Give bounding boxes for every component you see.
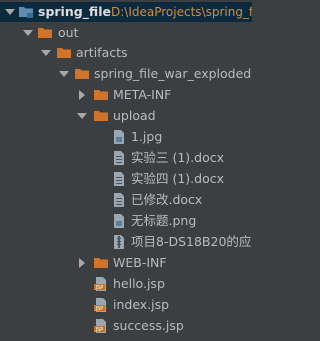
tree-label: artifacts	[76, 45, 128, 60]
tree-row-file[interactable]: 无标题.png	[0, 211, 252, 231]
folder-icon	[57, 48, 71, 58]
tree-label: 实验三 (1).docx	[131, 150, 225, 165]
tree-label: WEB-INF	[113, 255, 167, 270]
svg-text:JSP: JSP	[95, 327, 104, 333]
tree-row-jsp[interactable]: JSP index.jsp	[0, 295, 252, 315]
tree-row-upload[interactable]: upload	[0, 106, 252, 126]
tree-label: 实验四 (1).docx	[131, 171, 225, 186]
chevron-down-icon[interactable]	[22, 27, 34, 39]
tree-label: index.jsp	[113, 297, 170, 312]
tree-row-web-inf[interactable]: WEB-INF	[0, 253, 252, 273]
chevron-right-icon[interactable]	[76, 89, 88, 101]
tree-label: upload	[113, 108, 156, 123]
tree-label: hello.jsp	[113, 276, 165, 291]
tree-row-spring-file[interactable]: spring_file D:\IdeaProjects\spring_fi	[0, 2, 252, 22]
tree-row-jsp[interactable]: JSP success.jsp	[0, 316, 252, 336]
tree-row-file[interactable]: 1.jpg	[0, 127, 252, 147]
chevron-down-icon[interactable]	[4, 6, 16, 18]
jsp-file-icon: JSP	[94, 298, 106, 312]
tree-label: success.jsp	[113, 318, 184, 333]
folder-icon	[94, 111, 108, 121]
tree-label: 1.jpg	[131, 129, 163, 144]
image-file-icon	[114, 214, 124, 228]
chevron-down-icon[interactable]	[58, 68, 70, 80]
tree-row-file[interactable]: 实验三 (1).docx	[0, 148, 252, 168]
tree-label: out	[58, 25, 79, 40]
archive-file-icon	[114, 235, 124, 249]
text-file-icon	[114, 193, 124, 207]
tree-row-file[interactable]: 实验四 (1).docx	[0, 169, 252, 189]
chevron-down-icon[interactable]	[76, 110, 88, 122]
tree-row-jsp[interactable]: JSP hello.jsp	[0, 274, 252, 294]
project-path: D:\IdeaProjects\spring_fi	[111, 5, 252, 19]
tree-label: 已修改.docx	[131, 192, 203, 207]
tree-label: 项目8-DS18B20的应用	[131, 234, 252, 249]
folder-icon	[75, 69, 89, 79]
project-tree: spring_file D:\IdeaProjects\spring_fi ou…	[0, 0, 252, 341]
folder-icon	[94, 258, 108, 268]
image-file-icon	[114, 130, 124, 144]
svg-text:JSP: JSP	[95, 306, 104, 312]
tree-row-meta-inf[interactable]: META-INF	[0, 85, 252, 105]
tree-label: spring_file	[38, 4, 111, 19]
text-file-icon	[114, 151, 124, 165]
jsp-file-icon: JSP	[94, 319, 106, 333]
folder-icon	[94, 90, 108, 100]
tree-label: META-INF	[113, 87, 172, 102]
tree-row-file[interactable]: 项目8-DS18B20的应用	[0, 232, 252, 252]
tree-row-out[interactable]: out	[0, 23, 252, 43]
text-file-icon	[114, 172, 124, 186]
module-folder-icon	[19, 7, 33, 18]
tree-row-file[interactable]: 已修改.docx	[0, 190, 252, 210]
tree-label: 无标题.png	[131, 213, 197, 228]
chevron-right-icon[interactable]	[76, 257, 88, 269]
tree-row-war-exploded[interactable]: spring_file_war_exploded	[0, 64, 252, 84]
tree-row-artifacts[interactable]: artifacts	[0, 43, 252, 63]
svg-text:JSP: JSP	[95, 285, 104, 291]
chevron-down-icon[interactable]	[40, 47, 52, 59]
tree-label: spring_file_war_exploded	[94, 66, 252, 81]
jsp-file-icon: JSP	[94, 277, 106, 291]
folder-icon	[38, 28, 52, 38]
